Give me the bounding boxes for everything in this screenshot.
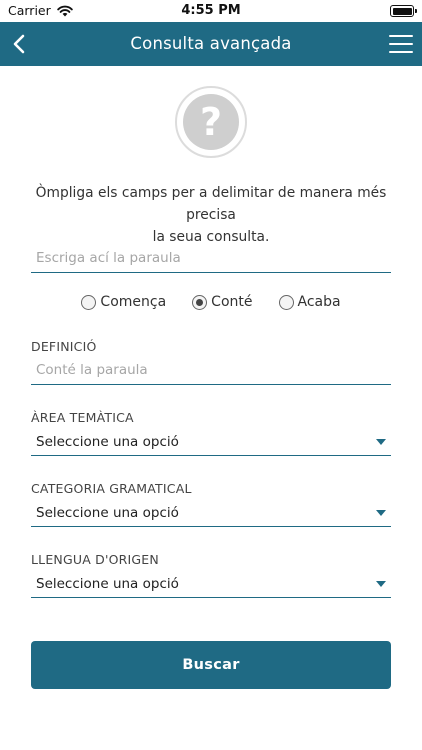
definition-input[interactable]: Conté la paraula [31, 357, 391, 385]
radio-button[interactable] [278, 294, 294, 310]
page-title: Consulta avançada [130, 34, 292, 53]
hamburger-menu-icon[interactable] [389, 32, 413, 56]
origin-language-label: LLENGUA D'ORIGEN [31, 552, 159, 567]
origin-language-value: Seleccione una opció [36, 576, 179, 592]
radio-option-conte[interactable]: Conté [192, 294, 253, 310]
thematic-area-label: ÀREA TEMÀTICA [31, 410, 134, 425]
dropdown-arrow-icon [376, 439, 386, 445]
radio-button-selected[interactable] [192, 294, 208, 310]
intro-text: Òmpliga els camps per a delimitar de man… [20, 182, 402, 248]
grammar-category-select[interactable]: Seleccione una opció [31, 501, 391, 527]
definition-label: DEFINICIÓ [31, 339, 97, 354]
question-mark-icon: ? [183, 94, 239, 150]
intro-line-1: Òmpliga els camps per a delimitar de man… [35, 185, 387, 223]
origin-language-select[interactable]: Seleccione una opció [31, 572, 391, 598]
search-button[interactable]: Buscar [31, 641, 391, 689]
status-bar: Carrier 4:55 PM [0, 0, 422, 22]
radio-option-comenca[interactable]: Comença [81, 294, 166, 310]
dropdown-arrow-icon [376, 581, 386, 587]
match-mode-radio-group: Comença Conté Acaba [0, 294, 422, 310]
help-icon: ? [175, 86, 247, 158]
search-word-input[interactable]: Escriga ací la paraula [31, 245, 391, 273]
battery-icon [390, 5, 417, 17]
grammar-category-label: CATEGORIA GRAMATICAL [31, 481, 192, 496]
thematic-area-value: Seleccione una opció [36, 434, 179, 450]
radio-option-acaba[interactable]: Acaba [278, 294, 341, 310]
grammar-category-value: Seleccione una opció [36, 505, 179, 521]
nav-bar: Consulta avançada [0, 22, 422, 66]
dropdown-arrow-icon [376, 510, 386, 516]
radio-label: Acaba [297, 294, 341, 310]
radio-label: Conté [211, 294, 253, 310]
thematic-area-select[interactable]: Seleccione una opció [31, 430, 391, 456]
status-time: 4:55 PM [181, 3, 241, 18]
radio-label: Comença [100, 294, 167, 310]
radio-button[interactable] [81, 294, 97, 310]
